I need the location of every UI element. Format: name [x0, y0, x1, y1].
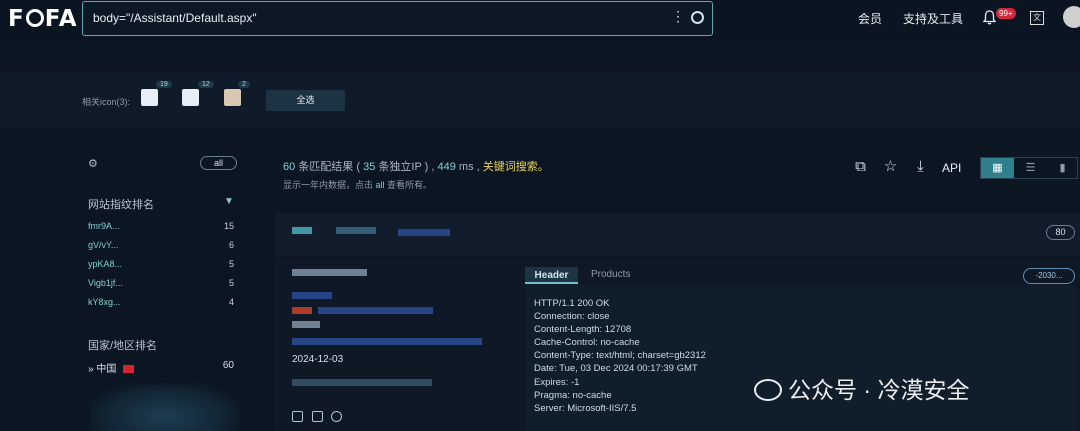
country-name: 中国 [96, 364, 117, 375]
list-item[interactable]: fmr9A... 15 [88, 221, 234, 231]
related-icons-label: 相关icon(3): [82, 97, 131, 107]
list-item[interactable]: ypKA8... 5 [88, 259, 234, 269]
redacted-host [336, 227, 376, 234]
summary-text-3: ms , [455, 161, 483, 173]
download-icon[interactable]: ⤓ [912, 158, 929, 175]
top-bar: F FA body="/Assistant/Default.aspx" ⋮ 会员 … [0, 0, 1080, 42]
show-all-link[interactable]: all [376, 180, 385, 190]
funnel-icon[interactable]: ▼ [224, 196, 234, 207]
country-count: 60 [222, 360, 234, 371]
cube-icon[interactable] [312, 411, 323, 422]
favicon-2-icon[interactable] [182, 89, 199, 106]
nav-tools[interactable]: 支持及工具 [903, 10, 963, 27]
header-line: Connection: close [534, 311, 610, 323]
world-map[interactable] [90, 383, 240, 431]
summary-text-1: 条匹配结果 ( [295, 161, 364, 173]
list-item[interactable]: Vigb1jf... 5 [88, 278, 234, 288]
keyword-search-link[interactable]: 关键词搜索。 [483, 161, 549, 173]
redacted-info [292, 307, 312, 314]
redacted-info [292, 338, 482, 345]
api-button[interactable]: API [942, 161, 961, 175]
result-summary: 60 条匹配结果 ( 35 条独立IP ) , 449 ms , 关键词搜索。 [283, 158, 549, 174]
view-toggle: ▦ ☰ ▮ [980, 157, 1078, 179]
list-item[interactable]: gV/vY... 6 [88, 240, 234, 250]
header-line: Cache-Control: no-cache [534, 337, 640, 349]
fingerprint-key: Vigb1jf... [88, 278, 123, 288]
fingerprint-key: fmr9A... [88, 221, 120, 231]
nav-member[interactable]: 会员 [858, 10, 882, 27]
chart-view-icon[interactable]: ▮ [1046, 158, 1079, 178]
refresh-icon[interactable] [331, 411, 342, 422]
redacted-info [292, 379, 432, 386]
redacted-info [318, 307, 433, 314]
favicon-1-count: 19 [156, 81, 172, 88]
code-icon[interactable] [292, 411, 303, 422]
query-time: 449 [437, 161, 456, 173]
search-box[interactable]: body="/Assistant/Default.aspx" ⋮ [82, 1, 713, 36]
fingerprint-count: 5 [228, 259, 234, 269]
notification-badge: 99+ [996, 8, 1016, 19]
tab-header[interactable]: Header [525, 267, 578, 284]
country-row[interactable]: » 中国 60 [88, 360, 234, 375]
all-toggle-button[interactable]: all [200, 156, 237, 170]
star-icon[interactable]: ☆ [882, 158, 899, 175]
unique-ip-count: 35 [363, 161, 376, 173]
search-icon[interactable] [691, 11, 704, 24]
result-date: 2024-12-03 [292, 354, 344, 365]
header-line: HTTP/1.1 200 OK [534, 298, 610, 309]
note-prefix: 显示一年内数据，点击 [283, 180, 376, 190]
tab-products[interactable]: Products [591, 269, 630, 280]
more-options-icon[interactable]: ⋮ [671, 8, 685, 25]
fingerprint-count: 15 [223, 221, 234, 231]
avatar[interactable] [1063, 6, 1080, 28]
fingerprint-rank-title: 网站指纹排名 [88, 199, 154, 211]
http-header-pane: HTTP/1.1 200 OK Connection: close Conten… [525, 285, 1076, 431]
favicon-3-icon[interactable] [224, 89, 241, 106]
stats-icon[interactable]: ⧉ [852, 158, 869, 175]
header-line: Content-Type: text/html; charset=gb2312 [534, 350, 706, 362]
region-rank-title: 国家/地区排名 [88, 340, 158, 352]
list-item[interactable]: kY8xg... 4 [88, 297, 234, 307]
fofa-logo[interactable]: F FA [8, 6, 78, 32]
favicon-2-count: 12 [198, 81, 214, 88]
select-all-button[interactable]: 全选 [266, 90, 345, 111]
note-suffix: 查看所有。 [384, 180, 433, 190]
version-badge[interactable]: -2030... [1023, 268, 1075, 284]
year-note: 显示一年内数据，点击 all 查看所有。 [283, 178, 432, 191]
search-input[interactable]: body="/Assistant/Default.aspx" [93, 11, 257, 25]
fingerprint-key: ypKA8... [88, 259, 123, 269]
match-count: 60 [283, 161, 296, 173]
redacted-info [292, 292, 332, 299]
chevron-right-icon: » [88, 364, 94, 375]
port-badge[interactable]: 80 [1046, 225, 1075, 240]
wechat-icon [754, 379, 782, 401]
redacted-ip [292, 269, 367, 276]
redacted-info [292, 321, 320, 328]
grid-view-icon[interactable]: ▦ [981, 158, 1014, 178]
favicon-1-icon[interactable] [141, 89, 158, 106]
translate-icon[interactable]: 文 [1030, 11, 1044, 25]
favicon-3-count: 2 [238, 81, 250, 88]
header-line: Content-Length: 12708 [534, 324, 632, 336]
fingerprint-count: 4 [228, 297, 234, 307]
related-icons-bar: 相关icon(3): 19 12 2 全选 [0, 72, 1080, 128]
fingerprint-key: gV/vY... [88, 240, 119, 250]
watermark-text: 公众号 · 冷漠安全 [788, 377, 970, 403]
bell-icon[interactable] [983, 10, 996, 25]
filter-settings-icon[interactable]: ⚙ [88, 157, 98, 170]
wechat-watermark: 公众号 · 冷漠安全 [754, 371, 969, 405]
summary-text-2: 条独立IP ) , [375, 161, 438, 173]
fingerprint-key: kY8xg... [88, 297, 121, 307]
redacted-host [292, 227, 312, 234]
china-flag-icon [123, 365, 135, 373]
result-card-header [275, 213, 1080, 256]
fingerprint-count: 5 [228, 278, 234, 288]
list-view-icon[interactable]: ☰ [1014, 158, 1047, 178]
fingerprint-count: 6 [228, 240, 234, 250]
redacted-host [398, 229, 450, 236]
